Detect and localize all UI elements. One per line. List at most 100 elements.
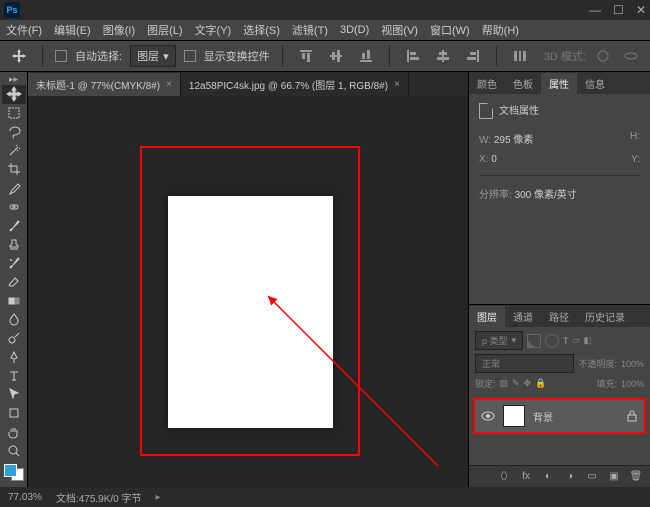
tab-properties[interactable]: 属性: [541, 73, 577, 94]
fill-value[interactable]: 100%: [621, 379, 644, 389]
color-swatches[interactable]: [4, 464, 24, 481]
dodge-tool-icon[interactable]: [2, 329, 26, 348]
layer-fx-icon[interactable]: fx: [518, 469, 534, 485]
distribute-icon[interactable]: [509, 45, 531, 67]
visibility-eye-icon[interactable]: [481, 411, 495, 421]
lock-transparent-icon[interactable]: ▨: [500, 378, 509, 389]
healing-tool-icon[interactable]: [2, 198, 26, 217]
delete-layer-icon[interactable]: 🗑: [628, 469, 644, 485]
align-left-icon[interactable]: [402, 45, 424, 67]
menu-file[interactable]: 文件(F): [6, 22, 42, 38]
adjustment-layer-icon[interactable]: ◑: [562, 469, 578, 485]
menu-type[interactable]: 文字(Y): [195, 22, 232, 38]
tools-panel: ▸▸: [0, 72, 28, 487]
rectangle-tool-icon[interactable]: [2, 404, 26, 423]
align-hcenter-icon[interactable]: [432, 45, 454, 67]
menu-window[interactable]: 窗口(W): [430, 22, 470, 38]
document-info[interactable]: 文档:475.9K/0 字节: [56, 490, 142, 505]
layer-mask-icon[interactable]: ◐: [540, 469, 556, 485]
foreground-color-swatch[interactable]: [4, 464, 17, 477]
canvas-viewport[interactable]: [28, 96, 468, 487]
pen-tool-icon[interactable]: [2, 348, 26, 367]
filter-smart-icon[interactable]: ◧: [583, 335, 592, 346]
align-bottom-icon[interactable]: [355, 45, 377, 67]
move-tool-indicator-icon[interactable]: [8, 45, 30, 67]
menu-help[interactable]: 帮助(H): [482, 22, 519, 38]
menu-3d[interactable]: 3D(D): [340, 24, 369, 36]
type-tool-icon[interactable]: [2, 366, 26, 385]
menu-select[interactable]: 选择(S): [243, 22, 280, 38]
show-transform-checkbox[interactable]: [184, 50, 196, 62]
auto-select-target-dropdown[interactable]: 图层▾: [130, 45, 176, 67]
path-select-tool-icon[interactable]: [2, 385, 26, 404]
window-controls: — ☐ ✕: [589, 3, 646, 17]
crop-tool-icon[interactable]: [2, 160, 26, 179]
marquee-tool-icon[interactable]: [2, 104, 26, 123]
lock-paint-icon[interactable]: ✎: [512, 378, 520, 389]
minimize-button[interactable]: —: [589, 3, 601, 17]
hand-tool-icon[interactable]: [2, 423, 26, 442]
menu-filter[interactable]: 滤镜(T): [292, 22, 328, 38]
3d-orbit-icon[interactable]: [592, 45, 614, 67]
align-right-icon[interactable]: [462, 45, 484, 67]
move-tool-icon[interactable]: [2, 85, 26, 104]
menu-layer[interactable]: 图层(L): [147, 22, 182, 38]
filter-type-icon[interactable]: T: [563, 336, 569, 346]
tab-close-icon[interactable]: ×: [394, 79, 400, 90]
tab-channels[interactable]: 通道: [505, 306, 541, 327]
close-button[interactable]: ✕: [636, 3, 646, 17]
layer-row-background[interactable]: 背景: [473, 398, 646, 434]
tab-close-icon[interactable]: ×: [166, 79, 172, 90]
eraser-tool-icon[interactable]: [2, 273, 26, 292]
tab-info[interactable]: 信息: [577, 73, 613, 94]
properties-tabstrip: 颜色 色板 属性 信息: [469, 72, 650, 94]
opacity-value[interactable]: 100%: [621, 359, 644, 369]
layer-kind-dropdown[interactable]: p 类型 ▾: [475, 331, 523, 350]
lock-all-icon[interactable]: 🔒: [535, 378, 546, 389]
stamp-tool-icon[interactable]: [2, 235, 26, 254]
blend-mode-dropdown[interactable]: 正常: [475, 354, 574, 373]
document-tab-active[interactable]: 未标题-1 @ 77%(CMYK/8#) ×: [28, 73, 181, 96]
lock-position-icon[interactable]: ✥: [524, 378, 532, 389]
zoom-tool-icon[interactable]: [2, 441, 26, 460]
wand-tool-icon[interactable]: [2, 141, 26, 160]
layer-name[interactable]: 背景: [533, 409, 553, 424]
history-brush-tool-icon[interactable]: [2, 254, 26, 273]
eyedropper-tool-icon[interactable]: [2, 179, 26, 198]
link-layers-icon[interactable]: ⬯: [496, 469, 512, 485]
status-bar: 77.03% 文档:475.9K/0 字节 ▸: [0, 487, 650, 507]
layers-controls: p 类型 ▾ T ▱ ◧ 正常 不透明度: 100% 锁定: ▨ ✎ ✥: [469, 327, 650, 394]
maximize-button[interactable]: ☐: [613, 3, 624, 17]
tab-swatches[interactable]: 色板: [505, 73, 541, 94]
layer-group-icon[interactable]: ▭: [584, 469, 600, 485]
menu-image[interactable]: 图像(I): [103, 22, 135, 38]
gradient-tool-icon[interactable]: [2, 291, 26, 310]
tab-color[interactable]: 颜色: [469, 73, 505, 94]
zoom-level[interactable]: 77.03%: [8, 492, 42, 503]
auto-select-checkbox[interactable]: [55, 50, 67, 62]
document-canvas[interactable]: [168, 196, 333, 428]
tab-paths[interactable]: 路径: [541, 306, 577, 327]
align-vcenter-icon[interactable]: [325, 45, 347, 67]
height-label: H:: [630, 131, 640, 142]
filter-shape-icon[interactable]: ▱: [573, 335, 580, 346]
tab-layers[interactable]: 图层: [469, 306, 505, 327]
brush-tool-icon[interactable]: [2, 216, 26, 235]
layer-thumbnail[interactable]: [503, 405, 525, 427]
3d-mode-label: 3D 模式:: [544, 48, 586, 64]
filter-pixel-icon[interactable]: [527, 334, 541, 348]
align-top-icon[interactable]: [295, 45, 317, 67]
blur-tool-icon[interactable]: [2, 310, 26, 329]
tab-history[interactable]: 历史记录: [577, 306, 633, 327]
menu-edit[interactable]: 编辑(E): [54, 22, 91, 38]
filter-adjust-icon[interactable]: [545, 334, 559, 348]
document-tab-inactive[interactable]: 12a58PIC4sk.jpg @ 66.7% (图层 1, RGB/8#) ×: [181, 73, 409, 96]
resolution-value: 300 像素/英寸: [515, 190, 577, 201]
properties-panel: 文档属性 W: 295 像素 H: X: 0 Y: 分辨率: 300 像素/英寸: [469, 94, 650, 304]
right-panels: 颜色 色板 属性 信息 文档属性 W: 295 像素 H: X: 0 Y: 分辨…: [468, 72, 650, 487]
menu-view[interactable]: 视图(V): [381, 22, 418, 38]
layers-footer: ⬯ fx ◐ ◑ ▭ ▣ 🗑: [469, 465, 650, 487]
lasso-tool-icon[interactable]: [2, 123, 26, 142]
new-layer-icon[interactable]: ▣: [606, 469, 622, 485]
3d-pan-icon[interactable]: [620, 45, 642, 67]
